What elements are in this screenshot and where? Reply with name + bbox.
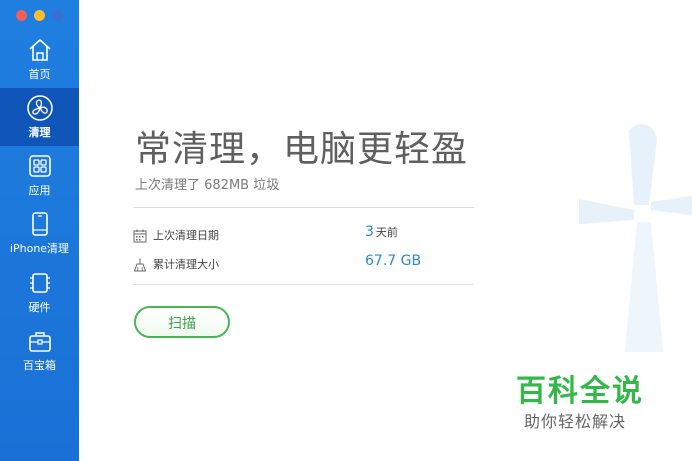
home-icon xyxy=(29,39,51,61)
apps-icon xyxy=(29,155,51,177)
watermark-logo: 百科全说 助你轻松解决 xyxy=(495,352,668,436)
stat-label: 累计清理大小 xyxy=(153,258,219,271)
sidebar-item-label: 百宝箱 xyxy=(23,359,56,372)
sidebar-item-label: 硬件 xyxy=(28,301,51,314)
sidebar-item-apps[interactable]: 应用 xyxy=(0,146,79,204)
sidebar-item-clean[interactable]: 清理 xyxy=(0,88,79,146)
watermark-title: 百科全说 xyxy=(516,374,644,409)
window-controls xyxy=(0,0,79,30)
sidebar-item-label: iPhone清理 xyxy=(9,242,70,255)
broom-icon xyxy=(133,258,147,272)
sidebar-item-label: 清理 xyxy=(28,126,51,139)
sidebar-item-label: 首页 xyxy=(28,68,51,81)
sidebar: 首页 清理 应用 iPhone清理 硬件 百宝箱 xyxy=(0,0,79,461)
windmill-illustration xyxy=(579,124,692,360)
iphone-icon xyxy=(32,212,48,236)
last-clean-summary: 上次清理了 682MB 垃圾 xyxy=(135,178,280,193)
stat-row-last-clean-date: 上次清理日期 3 天前 xyxy=(133,223,474,249)
app-window: 首页 清理 应用 iPhone清理 硬件 百宝箱 常清理，电脑更轻盈 上次清理了… xyxy=(0,0,692,461)
calendar-icon xyxy=(133,229,147,243)
divider xyxy=(133,207,474,208)
minimize-window-button[interactable] xyxy=(34,10,45,21)
sidebar-item-toolbox[interactable]: 百宝箱 xyxy=(0,321,79,379)
sidebar-item-hardware[interactable]: 硬件 xyxy=(0,263,79,321)
sidebar-item-iphone-clean[interactable]: iPhone清理 xyxy=(0,204,79,262)
zoom-window-button[interactable] xyxy=(52,10,63,21)
chip-icon xyxy=(30,273,50,293)
stat-value: 3 天前 xyxy=(365,224,398,240)
divider xyxy=(133,284,474,285)
page-title: 常清理，电脑更轻盈 xyxy=(135,129,469,170)
close-window-button[interactable] xyxy=(16,10,27,21)
stat-label: 上次清理日期 xyxy=(153,229,219,242)
sidebar-item-label: 应用 xyxy=(28,184,51,197)
sidebar-item-home[interactable]: 首页 xyxy=(0,30,79,88)
fan-icon xyxy=(27,95,53,121)
scan-button[interactable]: 扫描 xyxy=(134,306,230,338)
watermark-slogan: 助你轻松解决 xyxy=(524,412,627,431)
stat-value: 67.7 GB xyxy=(365,253,422,269)
toolbox-icon xyxy=(29,332,51,352)
stat-row-total-cleaned: 累计清理大小 67.7 GB xyxy=(133,252,474,278)
